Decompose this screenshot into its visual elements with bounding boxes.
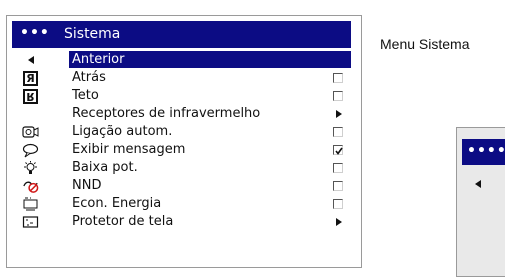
message-bubble-icon [22, 142, 39, 158]
menu-item-atras[interactable]: Я Atrás [12, 69, 351, 87]
low-power-checkbox[interactable] [333, 163, 343, 173]
screen-saver-icon [22, 214, 39, 230]
menu-item-label: Baixa pot. [72, 160, 138, 175]
menu-item-anterior[interactable]: Anterior [12, 51, 351, 69]
ceiling-checkbox[interactable] [333, 91, 343, 101]
menu-dots: ••• [20, 25, 50, 41]
menu-title: Sistema [64, 26, 121, 42]
back-arrow-icon [22, 52, 39, 68]
menu-item-label: Teto [72, 88, 99, 103]
menu-item-auto-link[interactable]: Ligação autom. [12, 123, 351, 141]
menu-title-bar: ••• Sistema [12, 21, 351, 48]
menu-item-ir-receivers[interactable]: Receptores de infravermelho [12, 105, 351, 123]
menu-item-label: Econ. Energia [72, 196, 162, 211]
menu-item-nnd[interactable]: NND [12, 177, 351, 195]
nnd-checkbox[interactable] [333, 181, 343, 191]
menu-item-label: NND [72, 178, 102, 193]
submenu-arrow-icon [333, 217, 343, 227]
auto-link-icon [22, 124, 39, 140]
menu-item-label: Exibir mensagem [72, 142, 186, 157]
menu-item-label: Receptores de infravermelho [72, 106, 261, 121]
menu-item-label: Ligação autom. [72, 124, 173, 139]
energy-saver-checkbox[interactable] [333, 199, 343, 209]
no-signal-icon [22, 178, 39, 194]
figure-caption: Menu Sistema [380, 36, 470, 52]
menu-item-display-message[interactable]: Exibir mensagem [12, 141, 351, 159]
auto-link-checkbox[interactable] [333, 127, 343, 137]
display-message-checkbox[interactable] [333, 145, 343, 155]
menu-item-teto[interactable]: Я Teto [12, 87, 351, 105]
ceiling-mount-icon: Я [22, 88, 39, 104]
menu-item-low-power[interactable]: Baixa pot. [12, 159, 351, 177]
back-arrow-icon [475, 180, 481, 188]
menu-item-screen-saver[interactable]: Protetor de tela [12, 213, 351, 231]
energy-saver-icon [22, 196, 39, 212]
rear-projection-icon: Я [22, 70, 39, 86]
submenu-arrow-icon [333, 109, 343, 119]
menu-item-label: Atrás [72, 70, 106, 85]
rear-checkbox[interactable] [333, 73, 343, 83]
menu-item-label: Anterior [72, 52, 125, 67]
second-menu-dots: •••• [467, 143, 505, 159]
second-menu-title-bar: •••• [462, 139, 505, 165]
menu-item-label: Protetor de tela [72, 214, 174, 229]
menu-item-energy-saver[interactable]: Econ. Energia [12, 195, 351, 213]
lamp-icon [22, 160, 39, 176]
